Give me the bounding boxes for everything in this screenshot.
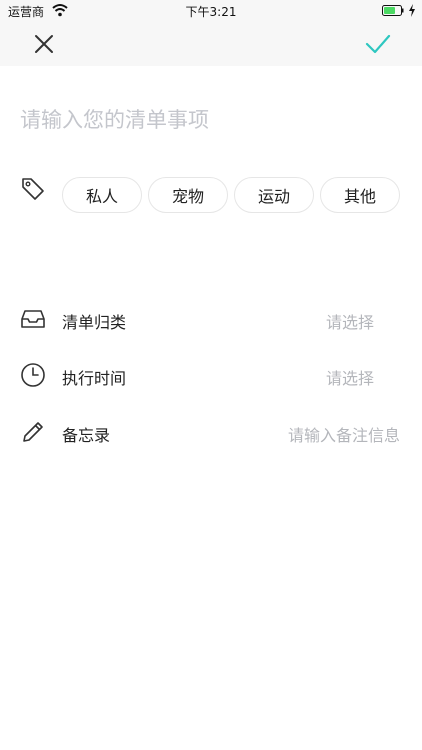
memo-label: 备忘录 bbox=[62, 426, 111, 445]
todo-title-input[interactable] bbox=[20, 100, 400, 140]
new-todo-screen: 运营商 下午3:21 私人 宠物 运动 其他 bbox=[0, 0, 422, 750]
inbox-icon bbox=[21, 310, 45, 328]
charging-bolt-icon bbox=[409, 4, 415, 17]
battery-icon bbox=[382, 5, 404, 16]
checkmark-icon[interactable] bbox=[364, 30, 392, 58]
category-label: 清单归类 bbox=[62, 313, 127, 332]
time-value: 请选择 bbox=[325, 369, 374, 388]
category-row[interactable]: 清单归类 请选择 bbox=[0, 299, 422, 339]
tag-chip-sport[interactable]: 运动 bbox=[234, 177, 314, 213]
close-icon[interactable] bbox=[30, 30, 58, 58]
nav-bar bbox=[0, 22, 422, 66]
category-value: 请选择 bbox=[325, 313, 374, 332]
tag-chip-other[interactable]: 其他 bbox=[320, 177, 400, 213]
memo-row[interactable]: 备忘录 请输入备注信息 bbox=[0, 412, 422, 452]
status-bar: 运营商 下午3:21 bbox=[0, 0, 422, 22]
clock-icon bbox=[21, 363, 45, 387]
time-row[interactable]: 执行时间 请选择 bbox=[0, 355, 422, 395]
status-time: 下午3:21 bbox=[185, 5, 237, 19]
tag-icon bbox=[22, 178, 44, 200]
tag-chip-pet[interactable]: 宠物 bbox=[148, 177, 228, 213]
memo-value[interactable]: 请输入备注信息 bbox=[288, 422, 400, 446]
pencil-icon bbox=[23, 422, 43, 442]
time-label: 执行时间 bbox=[62, 369, 127, 388]
tag-chip-private[interactable]: 私人 bbox=[62, 177, 142, 213]
